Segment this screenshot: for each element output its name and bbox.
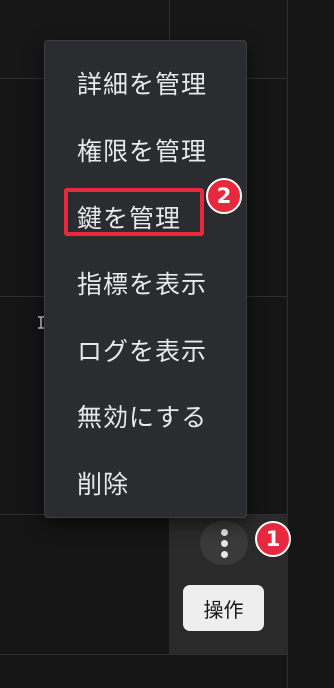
menu-item-manage-details[interactable]: 詳細を管理 [77, 63, 207, 107]
table-divider [0, 654, 288, 655]
menu-item-manage-keys[interactable]: 鍵を管理 [77, 197, 181, 241]
more-vertical-icon-dot [220, 539, 228, 547]
more-options-button[interactable] [200, 521, 248, 565]
operations-button[interactable]: 操作 [183, 585, 264, 631]
step-badge-1: 1 [255, 521, 291, 557]
menu-item-view-metrics[interactable]: 指標を表示 [77, 263, 207, 307]
actions-menu: 詳細を管理 権限を管理 鍵を管理 指標を表示 ログを表示 無効にする 削除 [44, 40, 247, 518]
more-vertical-icon [220, 528, 228, 536]
menu-item-delete[interactable]: 削除 [77, 463, 129, 507]
menu-item-view-logs[interactable]: ログを表示 [77, 330, 207, 374]
menu-item-manage-permissions[interactable]: 権限を管理 [77, 130, 207, 174]
step-badge-2: 2 [206, 178, 242, 214]
page: 操作 1 詳細を管理 権限を管理 鍵を管理 指標を表示 ログを表示 無効にする … [0, 0, 334, 688]
menu-item-disable[interactable]: 無効にする [77, 396, 207, 440]
more-vertical-icon-dot [220, 550, 228, 558]
